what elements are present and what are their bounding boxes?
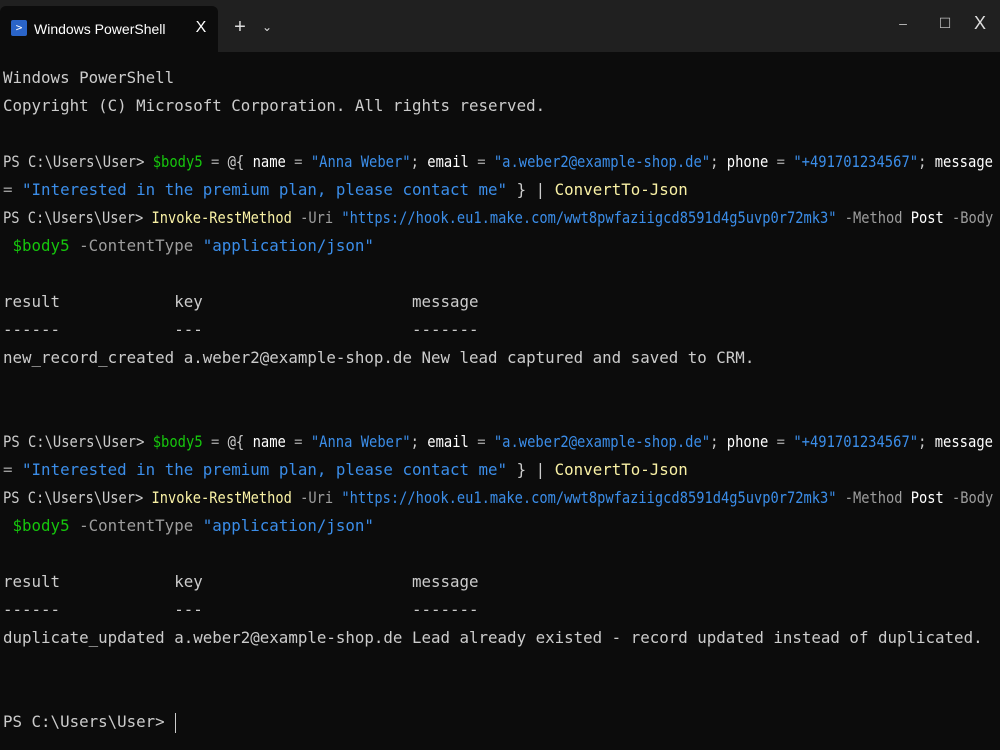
table-row: new_record_created a.weber2@example-shop…	[3, 348, 755, 367]
method-value: Post	[910, 208, 944, 227]
string-value: "+491701234567"	[793, 152, 919, 171]
hashtable-close: }	[507, 460, 536, 479]
string-value: "+491701234567"	[793, 432, 919, 451]
table-row: duplicate_updated a.weber2@example-shop.…	[3, 628, 983, 647]
operator: =	[468, 152, 494, 171]
tab-title: Windows PowerShell	[34, 21, 166, 37]
command-line: PS C:\Users\User> $body5 = @{ name = "An…	[3, 430, 993, 454]
string-value: "Interested in the premium plan, please …	[22, 460, 508, 479]
command-line-wrap: = "Interested in the premium plan, pleas…	[3, 458, 688, 482]
title-bar: > Windows PowerShell X + ⌄ – ☐ X	[0, 0, 1000, 52]
command-line: PS C:\Users\User> Invoke-RestMethod -Uri…	[3, 486, 993, 510]
parameter: -Uri	[291, 488, 342, 507]
separator: ;	[918, 432, 935, 451]
current-prompt-line[interactable]: PS C:\Users\User>	[3, 710, 177, 734]
string-value: "application/json"	[202, 236, 374, 255]
operator: =	[768, 152, 794, 171]
string-value: "Anna Weber"	[310, 152, 411, 171]
hashtable-open: @{	[227, 152, 245, 171]
parameter: -Body	[943, 488, 994, 507]
header-line: Windows PowerShell	[3, 68, 175, 87]
terminal-output[interactable]: Windows PowerShell Copyright (C) Microso…	[0, 52, 1000, 750]
operator: =	[202, 152, 228, 171]
key-phone: phone	[726, 432, 769, 451]
parameter: -Method	[836, 488, 911, 507]
cmdlet: ConvertTo-Json	[554, 180, 688, 199]
separator: ;	[710, 432, 727, 451]
key-message: message	[934, 152, 993, 171]
key-name: name	[244, 152, 286, 171]
table-header: result key message	[3, 572, 479, 591]
new-tab-button[interactable]: +	[230, 15, 250, 39]
separator: ;	[410, 152, 428, 171]
prompt: PS C:\Users\User>	[3, 208, 152, 227]
variable: $body5	[152, 432, 203, 451]
operator: =	[202, 432, 228, 451]
command-line-wrap: $body5 -ContentType "application/json"	[3, 514, 374, 538]
powershell-icon: >	[11, 20, 27, 36]
string-value: "a.weber2@example-shop.de"	[493, 432, 711, 451]
copyright-line: Copyright (C) Microsoft Corporation. All…	[3, 96, 546, 115]
method-value: Post	[910, 488, 944, 507]
table-divider: ------ --- -------	[3, 320, 479, 339]
key-name: name	[244, 432, 286, 451]
variable: $body5	[3, 236, 70, 255]
close-button[interactable]: X	[965, 10, 995, 36]
parameter: -Uri	[291, 208, 342, 227]
operator: =	[285, 432, 311, 451]
separator: ;	[918, 152, 935, 171]
cmdlet: Invoke-RestMethod	[151, 488, 292, 507]
chevron-down-icon[interactable]: ⌄	[258, 17, 276, 37]
variable: $body5	[3, 516, 70, 535]
command-line: PS C:\Users\User> Invoke-RestMethod -Uri…	[3, 206, 993, 230]
prompt: PS C:\Users\User>	[3, 712, 175, 731]
tab-windows-powershell[interactable]: > Windows PowerShell X	[0, 6, 218, 52]
operator: =	[768, 432, 794, 451]
string-value: "a.weber2@example-shop.de"	[493, 152, 711, 171]
string-value: "Anna Weber"	[310, 432, 411, 451]
parameter: -ContentType	[69, 516, 203, 535]
url-string: "https://hook.eu1.make.com/wwt8pwfaziigc…	[341, 208, 837, 227]
cmdlet: ConvertTo-Json	[554, 460, 688, 479]
key-phone: phone	[726, 152, 769, 171]
operator: =	[468, 432, 494, 451]
table-header: result key message	[3, 292, 479, 311]
parameter: -Body	[943, 208, 994, 227]
parameter: -Method	[836, 208, 911, 227]
hashtable-open: @{	[227, 432, 245, 451]
prompt: PS C:\Users\User>	[3, 488, 152, 507]
command-line-wrap: = "Interested in the premium plan, pleas…	[3, 178, 688, 202]
prompt: PS C:\Users\User>	[3, 152, 153, 171]
maximize-button[interactable]: ☐	[930, 10, 960, 36]
prompt: PS C:\Users\User>	[3, 432, 153, 451]
pipe: |	[535, 460, 555, 479]
key-email: email	[427, 432, 469, 451]
url-string: "https://hook.eu1.make.com/wwt8pwfaziigc…	[341, 488, 837, 507]
minimize-button[interactable]: –	[888, 10, 918, 36]
key-email: email	[427, 152, 469, 171]
command-line-wrap: $body5 -ContentType "application/json"	[3, 234, 374, 258]
command-line: PS C:\Users\User> $body5 = @{ name = "An…	[3, 150, 993, 174]
string-value: "application/json"	[202, 516, 374, 535]
string-value: "Interested in the premium plan, please …	[22, 180, 508, 199]
parameter: -ContentType	[69, 236, 203, 255]
tab-close-button[interactable]: X	[190, 17, 212, 39]
text-cursor	[175, 712, 177, 733]
table-divider: ------ --- -------	[3, 600, 479, 619]
separator: ;	[710, 152, 727, 171]
cmdlet: Invoke-RestMethod	[151, 208, 292, 227]
hashtable-close: }	[507, 180, 536, 199]
separator: ;	[410, 432, 428, 451]
variable: $body5	[152, 152, 203, 171]
key-message: message	[934, 432, 993, 451]
pipe: |	[535, 180, 555, 199]
operator: =	[3, 460, 23, 479]
operator: =	[285, 152, 311, 171]
operator: =	[3, 180, 23, 199]
